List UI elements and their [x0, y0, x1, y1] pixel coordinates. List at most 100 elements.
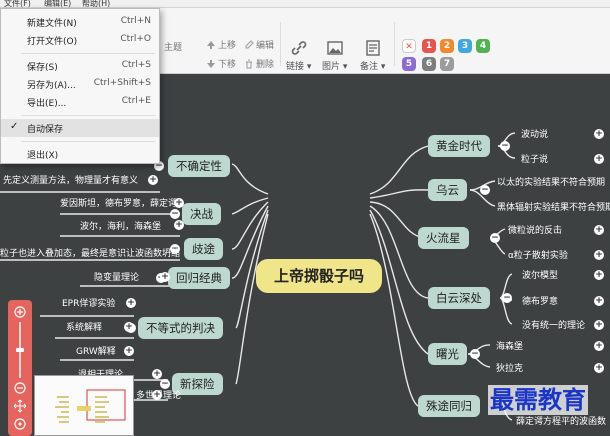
- priority-2[interactable]: 2: [440, 39, 454, 53]
- edit-button[interactable]: 编辑: [244, 38, 274, 51]
- topic-return-classic[interactable]: 回归经典: [168, 267, 230, 289]
- move-icon[interactable]: [13, 399, 27, 413]
- leaf-item[interactable]: α粒子散射实验: [508, 248, 568, 261]
- plus-icon[interactable]: +: [152, 369, 162, 379]
- leaf-item[interactable]: 系统解释: [66, 320, 102, 333]
- leaf-item[interactable]: 德布罗意: [522, 294, 558, 307]
- leaf-item[interactable]: 微粒说的反击: [508, 223, 562, 236]
- leaf-item[interactable]: 没有统一的理论: [522, 318, 585, 331]
- leaf-item[interactable]: 粒子也进入叠加态，最终是意识让波函数坍缩: [0, 246, 180, 259]
- remove-icon: ✕: [405, 42, 413, 52]
- menu-item-save-as[interactable]: 另存为(A)... Ctrl+Shift+S: [1, 75, 159, 93]
- plus-icon[interactable]: +: [126, 298, 136, 308]
- expand-toggle[interactable]: −: [170, 209, 180, 219]
- leaf-item[interactable]: 以太的实验结果不符合预期: [497, 175, 605, 188]
- menu-item-shortcut: Ctrl+S: [121, 60, 151, 70]
- topic-same-end[interactable]: 殊途同归: [418, 395, 480, 417]
- minimap[interactable]: [34, 375, 134, 436]
- topic-uncertainty[interactable]: 不确定性: [168, 155, 230, 177]
- note-button[interactable]: 备注 ▾: [360, 40, 385, 72]
- move-down-button[interactable]: 下移: [206, 57, 236, 70]
- plus-icon[interactable]: +: [594, 270, 604, 280]
- move-up-button[interactable]: 上移: [206, 38, 236, 51]
- menu-item-label: 新建文件(N): [27, 19, 77, 29]
- menu-item-label: 导出(E)...: [27, 99, 67, 109]
- priority-3[interactable]: 3: [458, 39, 472, 53]
- leaf-item[interactable]: 狄拉克: [496, 361, 523, 374]
- image-button[interactable]: 图片 ▾: [322, 40, 347, 72]
- plus-icon[interactable]: +: [594, 129, 604, 139]
- menu-item-exit[interactable]: 退出(X): [1, 145, 159, 163]
- menu-item-new-file[interactable]: 新建文件(N) Ctrl+N: [1, 13, 159, 31]
- expand-toggle[interactable]: −: [470, 349, 480, 359]
- priority-5[interactable]: 5: [402, 57, 416, 71]
- expand-toggle[interactable]: −: [480, 185, 490, 195]
- priority-4[interactable]: 4: [476, 39, 490, 53]
- topic-fire-meteor[interactable]: 火流星: [418, 227, 469, 249]
- leaf-item[interactable]: 先定义测量方法，物理量才有意义: [3, 173, 138, 186]
- priority-6[interactable]: 6: [422, 57, 436, 71]
- leaf-item[interactable]: 黑体辐射实验结果不符合预期: [497, 200, 610, 213]
- root-topic[interactable]: 上帝掷骰子吗: [256, 259, 382, 293]
- arrow-up-icon: [207, 40, 215, 49]
- topic-dark-cloud[interactable]: 乌云: [428, 179, 467, 201]
- leaf-item[interactable]: GRW解释: [76, 344, 116, 357]
- link-label: 链接: [286, 62, 305, 72]
- expand-toggle[interactable]: −: [490, 233, 500, 243]
- plus-icon[interactable]: +: [594, 225, 604, 235]
- menu-item-export[interactable]: 导出(E)... Ctrl+E: [1, 93, 159, 111]
- topic-dawn[interactable]: 曙光: [428, 343, 467, 365]
- toolbar-partial-label[interactable]: 主题: [164, 40, 182, 53]
- delete-button[interactable]: 删除: [244, 57, 274, 70]
- expand-toggle[interactable]: −: [500, 141, 510, 151]
- menu-item-save[interactable]: 保存(S) Ctrl+S: [1, 57, 159, 75]
- topic-decisive-battle[interactable]: 决战: [182, 203, 221, 225]
- menu-item-label: 打开文件(O): [27, 37, 78, 47]
- zoom-controls: [13, 306, 27, 430]
- leaf-item[interactable]: 爱因斯坦，德布罗意，薛定谔: [60, 196, 177, 209]
- topic-inequality-verdict[interactable]: 不等式的判决: [138, 317, 223, 339]
- plus-icon[interactable]: +: [152, 390, 162, 400]
- plus-icon[interactable]: +: [174, 198, 184, 208]
- leaf-item[interactable]: 海森堡: [496, 339, 523, 352]
- remove-priority-button[interactable]: ✕: [402, 39, 416, 53]
- plus-icon[interactable]: +: [594, 154, 604, 164]
- leaf-item[interactable]: 粒子说: [521, 152, 548, 165]
- menu-item-shortcut: Ctrl+N: [120, 16, 151, 26]
- leaf-item[interactable]: 波尔模型: [522, 268, 558, 281]
- link-button[interactable]: 链接 ▾: [286, 40, 311, 72]
- topic-wrong-path[interactable]: 歧途: [184, 238, 223, 260]
- menubar: 文件(F) 编辑(E) 帮助(H): [0, 0, 610, 8]
- leaf-item[interactable]: 波尔，海利，海森堡: [80, 219, 161, 232]
- plus-icon[interactable]: +: [174, 220, 184, 230]
- plus-icon[interactable]: +: [594, 363, 604, 373]
- plus-icon[interactable]: +: [124, 346, 134, 356]
- priority-1[interactable]: 1: [422, 39, 436, 53]
- note-icon: [366, 40, 380, 56]
- plus-icon[interactable]: +: [594, 296, 604, 306]
- plus-icon[interactable]: +: [594, 250, 604, 260]
- plus-icon[interactable]: +: [160, 272, 170, 282]
- image-icon: [327, 41, 343, 55]
- menu-item-open-file[interactable]: 打开文件(O) Ctrl+O: [1, 31, 159, 49]
- image-label: 图片: [322, 62, 341, 72]
- leaf-item[interactable]: 薛定谔方程平的波函数: [516, 414, 606, 427]
- leaf-item[interactable]: 隐变量理论: [94, 270, 139, 283]
- plus-icon[interactable]: +: [148, 175, 158, 185]
- delete-label: 删除: [256, 60, 275, 70]
- leaf-item[interactable]: EPR佯谬实验: [62, 296, 115, 309]
- zoom-slider-handle[interactable]: [16, 348, 24, 352]
- topic-golden-age[interactable]: 黄金时代: [428, 135, 490, 157]
- menu-item-label: 自动保存: [27, 125, 64, 135]
- priority-7[interactable]: 7: [440, 57, 454, 71]
- note-label: 备注: [360, 62, 379, 72]
- leaf-item[interactable]: 波动说: [521, 127, 548, 140]
- link-icon: [291, 41, 306, 55]
- expand-toggle[interactable]: −: [502, 293, 512, 303]
- plus-icon[interactable]: +: [594, 341, 604, 351]
- menu-item-shortcut: Ctrl+E: [121, 96, 151, 106]
- menu-item-autosave[interactable]: ✓ 自动保存: [1, 119, 159, 137]
- plus-icon[interactable]: +: [124, 322, 134, 332]
- plus-icon[interactable]: +: [594, 320, 604, 330]
- topic-white-clouds[interactable]: 白云深处: [428, 287, 490, 309]
